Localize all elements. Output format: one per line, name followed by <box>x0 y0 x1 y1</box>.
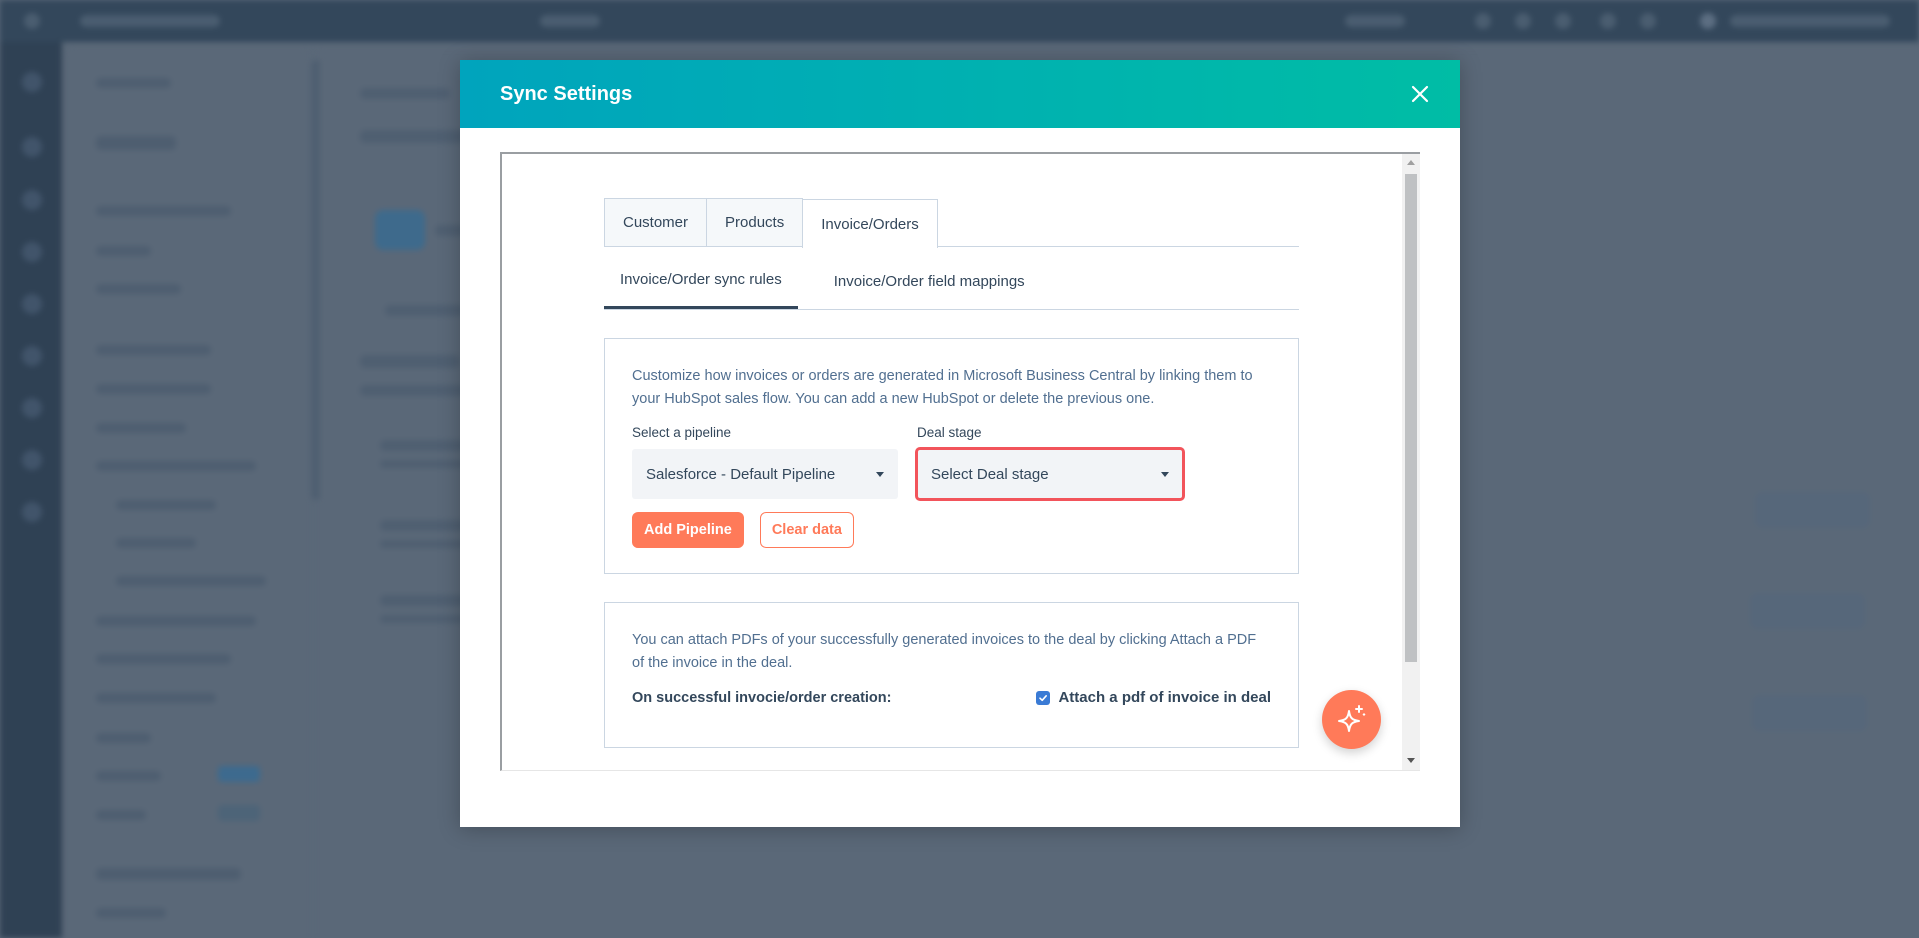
background-nav-item <box>540 15 600 27</box>
scrollbar-thumb[interactable] <box>1405 174 1417 662</box>
modal-title: Sync Settings <box>500 82 633 105</box>
background-nav-icon <box>1600 13 1616 29</box>
close-button[interactable] <box>1406 80 1434 108</box>
pipeline-label: Select a pipeline <box>632 425 732 440</box>
attach-pdf-checkbox[interactable]: Attach a pdf of invoice in deal <box>1036 689 1271 706</box>
background-settings-sidebar <box>66 50 321 938</box>
deal-stage-select[interactable]: Select Deal stage <box>915 447 1185 501</box>
background-menu-icon <box>24 13 40 29</box>
deal-stage-label: Deal stage <box>917 425 982 440</box>
tab-invoice-orders[interactable]: Invoice/Orders <box>802 199 938 248</box>
deal-stage-placeholder: Select Deal stage <box>931 465 1049 483</box>
background-top-nav <box>0 0 1919 42</box>
pipeline-select[interactable]: Salesforce - Default Pipeline <box>632 449 898 499</box>
sync-settings-modal: Sync Settings Customer Products Invoice/… <box>460 60 1460 827</box>
scroll-up-arrow-icon[interactable] <box>1407 160 1415 165</box>
background-nav-icon <box>1555 13 1571 29</box>
scroll-down-arrow-icon[interactable] <box>1407 758 1415 763</box>
modal-header: Sync Settings <box>460 60 1460 128</box>
background-nav-icon <box>1640 13 1656 29</box>
pipeline-select-value: Salesforce - Default Pipeline <box>646 465 836 483</box>
settings-content: Customer Products Invoice/Orders Invoice… <box>604 198 1299 748</box>
background-account-name <box>1730 15 1890 27</box>
pipeline-description: Customize how invoices or orders are gen… <box>632 368 1253 407</box>
caret-down-icon <box>876 471 884 477</box>
background-left-nav <box>0 42 62 938</box>
background-search-bar <box>80 15 220 27</box>
ai-assistant-button[interactable] <box>1322 690 1381 749</box>
clear-data-button[interactable]: Clear data <box>759 512 854 548</box>
close-icon <box>1411 85 1429 103</box>
background-avatar <box>1700 13 1716 29</box>
background-nav-icon <box>1515 13 1531 29</box>
sub-tabs: Invoice/Order sync rules Invoice/Order f… <box>604 253 1299 310</box>
subtab-field-mappings[interactable]: Invoice/Order field mappings <box>818 253 1041 309</box>
main-tabs: Customer Products Invoice/Orders <box>604 198 1299 248</box>
subtab-sync-rules[interactable]: Invoice/Order sync rules <box>604 253 798 309</box>
frame-scrollbar[interactable] <box>1402 154 1420 770</box>
attach-pdf-card: You can attach PDFs of your successfully… <box>604 602 1299 748</box>
creation-label: On successful invocie/order creation: <box>632 689 892 706</box>
deal-stage-field: Deal stage Select Deal stage <box>915 425 1185 501</box>
tab-products[interactable]: Products <box>706 198 804 246</box>
tab-customer[interactable]: Customer <box>604 198 708 246</box>
pipeline-field: Select a pipeline Salesforce - Default P… <box>632 425 898 499</box>
add-pipeline-button[interactable]: Add Pipeline <box>632 512 744 548</box>
sparkle-icon <box>1337 704 1365 732</box>
checkbox-checked-icon[interactable] <box>1036 690 1051 705</box>
pipeline-card: Customize how invoices or orders are gen… <box>604 338 1299 574</box>
caret-down-icon <box>1161 471 1169 477</box>
pipeline-fields: Select a pipeline Salesforce - Default P… <box>632 425 1271 501</box>
attach-row: On successful invocie/order creation: At… <box>632 689 1271 706</box>
attach-pdf-label: Attach a pdf of invoice in deal <box>1058 689 1271 706</box>
pipeline-actions: Add Pipeline Clear data <box>632 512 1271 548</box>
attach-description: You can attach PDFs of your successfully… <box>632 632 1257 671</box>
background-nav-icon <box>1475 13 1491 29</box>
settings-frame: Customer Products Invoice/Orders Invoice… <box>500 152 1420 771</box>
background-upgrade-link <box>1345 15 1405 27</box>
